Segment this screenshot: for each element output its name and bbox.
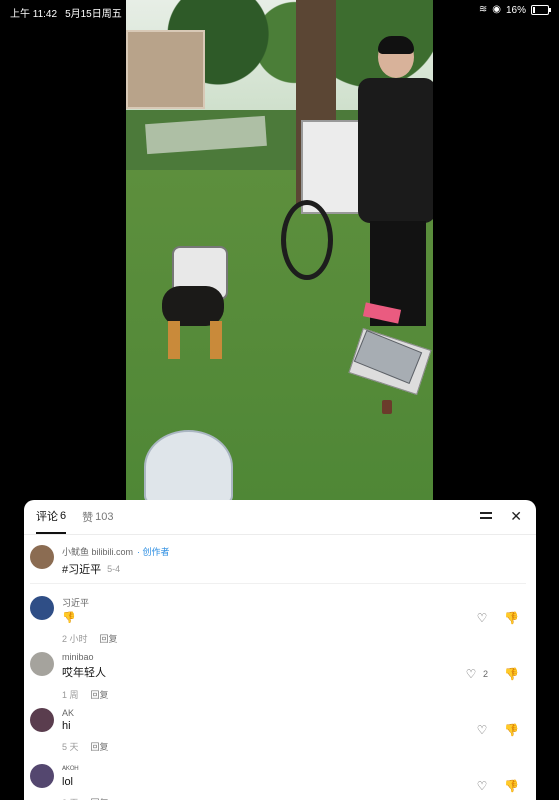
creator-avatar[interactable] — [30, 545, 54, 569]
battery-icon — [531, 5, 551, 15]
tab-likes[interactable]: 赞 103 — [82, 500, 113, 534]
tab-comments-count: 6 — [60, 510, 67, 522]
creator-text[interactable]: #习近平 — [62, 561, 101, 577]
tab-likes-label: 赞 — [82, 512, 94, 524]
location-icon: ◉ — [492, 4, 501, 15]
comments-panel: 评论 6 赞 103 ✕ 小鱿鱼 bilibili.com · 创作者 #习近平… — [24, 500, 536, 800]
comment-user[interactable]: 习近平 — [62, 596, 118, 609]
like-icon[interactable]: ♡ — [476, 612, 488, 624]
comment-actions: ♡ 👎 — [476, 612, 519, 624]
comment-item: ᴬᴷᴼᴴ lol 3 天 回复 ♡ 👎 — [30, 752, 526, 800]
like-count: 2 — [482, 669, 488, 679]
comment-text: hi — [62, 720, 71, 732]
comment-avatar[interactable] — [30, 708, 54, 732]
creator-meta: 小鱿鱼 bilibili.com · 创作者 — [62, 545, 170, 558]
comment-user[interactable]: minibao — [62, 652, 109, 662]
creator-post: 小鱿鱼 bilibili.com · 创作者 #习近平 5-4 — [30, 543, 526, 584]
comment-time: 3 天 — [62, 796, 79, 800]
standing-person — [348, 36, 433, 331]
comment-actions: ♡ 👎 — [476, 724, 519, 736]
wifi-icon: ≋ — [478, 4, 488, 15]
comment-item: AK hi 5 天 回复 ♡ 👎 — [30, 696, 526, 752]
inflatable-figure — [144, 430, 233, 500]
dislike-icon[interactable]: 👎 — [504, 612, 519, 624]
comment-footer: 3 天 回复 — [62, 796, 109, 800]
creator-date: 5-4 — [107, 564, 121, 574]
comment-actions: ♡ 2 👎 — [465, 668, 519, 680]
comment-item: 习近平 👎 2 小时 回复 ♡ 👎 — [30, 584, 526, 644]
tab-comments-label: 评论 — [36, 511, 58, 523]
dislike-icon[interactable]: 👎 — [504, 724, 519, 736]
header-actions: ✕ — [480, 509, 522, 523]
cup — [382, 400, 392, 414]
dislike-icon[interactable]: 👎 — [504, 668, 519, 680]
comment-avatar[interactable] — [30, 764, 54, 788]
comment-text: 👎 — [62, 612, 76, 624]
dislike-icon[interactable]: 👎 — [504, 780, 519, 792]
comments-header: 评论 6 赞 103 ✕ — [24, 500, 536, 535]
like-icon[interactable]: ♡ — [476, 724, 488, 736]
building — [126, 30, 205, 109]
reply-button[interactable]: 回复 — [91, 796, 109, 800]
comment-user[interactable]: ᴬᴷᴼᴴ — [62, 764, 109, 774]
creator-badge: · 创作者 — [137, 547, 170, 557]
tab-likes-count: 103 — [95, 511, 114, 523]
comment-avatar[interactable] — [30, 652, 54, 676]
comment-text: lol — [62, 776, 74, 788]
dog-with-mask — [162, 246, 230, 366]
comment-user[interactable]: AK — [62, 708, 109, 718]
close-icon[interactable]: ✕ — [510, 509, 522, 523]
time: 上午 11:42 — [10, 9, 58, 20]
video-frame[interactable] — [126, 0, 433, 500]
date: 5月15日周五 — [65, 9, 122, 20]
comments-content: 小鱿鱼 bilibili.com · 创作者 #习近平 5-4 习近平 👎 2 … — [24, 535, 536, 800]
creator-name[interactable]: 小鱿鱼 bilibili.com — [62, 545, 133, 558]
like-icon[interactable]: ♡ — [476, 780, 488, 792]
comment-avatar[interactable] — [30, 596, 54, 620]
comment-item: minibao 哎年轻人 1 周 回复 ♡ 2 👎 — [30, 640, 526, 700]
filter-icon[interactable] — [480, 509, 493, 521]
creator-text-row: #习近平 5-4 — [62, 561, 170, 577]
comment-actions: ♡ 👎 — [476, 780, 519, 792]
tab-comments[interactable]: 评论 6 — [36, 500, 67, 534]
like-icon[interactable]: ♡ — [465, 668, 477, 680]
battery-percent: 16% — [505, 4, 526, 16]
comment-text: 哎年轻人 — [62, 667, 106, 679]
